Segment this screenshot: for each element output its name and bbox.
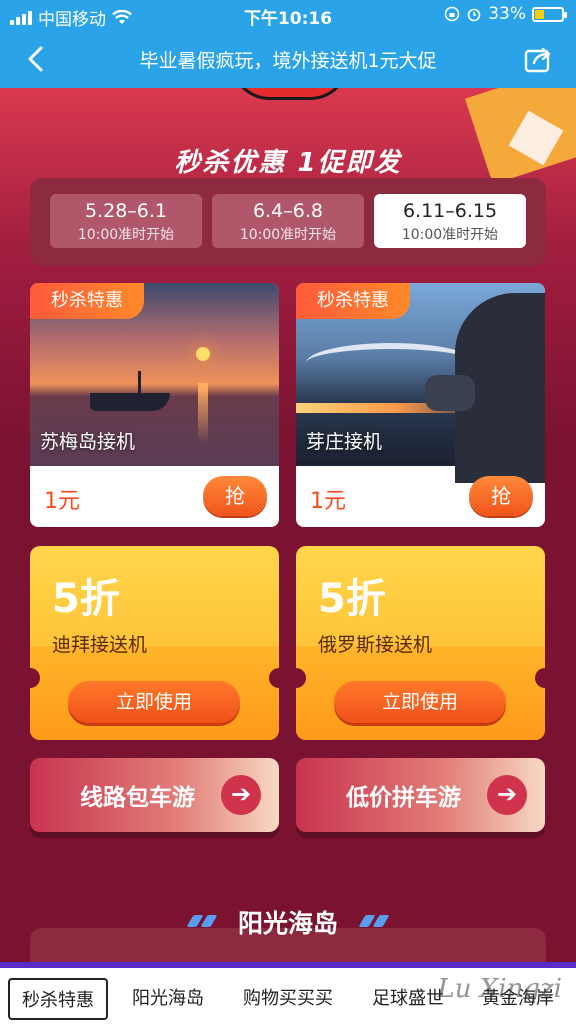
route-charter-button[interactable]: 线路包车游 ➔ — [30, 758, 279, 832]
arrow-right-icon: ➔ — [487, 775, 527, 815]
status-bar: 中国移动 下午10:16 33% — [0, 0, 576, 30]
coupon-discount: 5折 — [52, 576, 120, 622]
date-selector: 5.28–6.1 10:00准时开始 6.4–6.8 10:00准时开始 6.1… — [30, 178, 546, 266]
deal-card-nhatrang[interactable]: 秒杀特惠 芽庄接机 1元 抢 — [296, 283, 545, 527]
flash-sale-tag: 秒杀特惠 — [30, 283, 144, 319]
date-tab-2[interactable]: 6.4–6.8 10:00准时开始 — [212, 194, 364, 248]
use-now-button[interactable]: 立即使用 — [334, 681, 506, 723]
carpool-tour-button[interactable]: 低价拼车游 ➔ — [296, 758, 545, 832]
tab-flash-sale[interactable]: 秒杀特惠 — [8, 978, 108, 1020]
bottom-tab-bar: 秒杀特惠 阳光海岛 购物买买买 足球盛世 黄金海岸 Lu Xingzi — [0, 962, 576, 1024]
banner-car-illustration — [230, 88, 350, 100]
use-now-button[interactable]: 立即使用 — [68, 681, 240, 723]
coupon-dubai: 5折 迪拜接送机 立即使用 — [30, 546, 279, 740]
flash-sale-title: 秒杀优惠 1促即发 — [174, 148, 402, 178]
top-bar: 中国移动 下午10:16 33% 毕业暑假疯玩，境外接送机1元大促 — [0, 0, 576, 88]
tab-gold-coast[interactable]: 黄金海岸 — [468, 978, 568, 1020]
tab-football[interactable]: 足球盛世 — [358, 978, 458, 1020]
start-time: 10:00准时开始 — [77, 227, 175, 243]
start-time: 10:00准时开始 — [239, 227, 337, 243]
deal-card-samui[interactable]: 秒杀特惠 苏梅岛接机 1元 抢 — [30, 283, 279, 527]
date-range: 6.4–6.8 — [253, 200, 323, 222]
page-title: 毕业暑假疯玩，境外接送机1元大促 — [139, 50, 437, 72]
battery-icon — [532, 6, 567, 22]
coupon-name: 迪拜接送机 — [52, 634, 148, 656]
alarm-icon — [467, 8, 481, 22]
deal-price: 1元 — [310, 489, 346, 514]
chevron-left-icon[interactable] — [22, 44, 52, 74]
tour-label: 低价拼车游 — [346, 785, 461, 811]
arrow-right-icon: ➔ — [221, 775, 261, 815]
flash-sale-tag: 秒杀特惠 — [296, 283, 410, 319]
title-deco-icon — [358, 912, 392, 927]
start-time: 10:00准时开始 — [401, 227, 499, 243]
tour-label: 线路包车游 — [80, 785, 195, 811]
coupon-russia: 5折 俄罗斯接送机 立即使用 — [296, 546, 545, 740]
coupon-discount: 5折 — [318, 576, 386, 622]
deal-name: 芽庄接机 — [306, 431, 383, 453]
date-range: 5.28–6.1 — [84, 200, 168, 222]
date-tab-1[interactable]: 5.28–6.1 10:00准时开始 — [50, 194, 202, 248]
grab-button[interactable]: 抢 — [203, 476, 267, 516]
nav-bar: 毕业暑假疯玩，境外接送机1元大促 — [0, 30, 576, 88]
status-right: 33% — [444, 4, 567, 24]
grab-button[interactable]: 抢 — [469, 476, 533, 516]
battery-percent: 33% — [488, 4, 526, 24]
deal-price: 1元 — [44, 489, 80, 514]
date-range: 6.11–6.15 — [402, 200, 498, 222]
coupon-name: 俄罗斯接送机 — [318, 634, 433, 656]
date-tab-3[interactable]: 6.11–6.15 10:00准时开始 — [374, 194, 526, 248]
lock-rotation-icon — [444, 6, 460, 22]
deal-name: 苏梅岛接机 — [40, 431, 136, 453]
share-icon[interactable] — [522, 43, 554, 75]
tab-shopping[interactable]: 购物买买买 — [230, 978, 346, 1020]
island-section-title: 阳光海岛 — [237, 909, 338, 938]
tab-sunny-island[interactable]: 阳光海岛 — [118, 978, 218, 1020]
